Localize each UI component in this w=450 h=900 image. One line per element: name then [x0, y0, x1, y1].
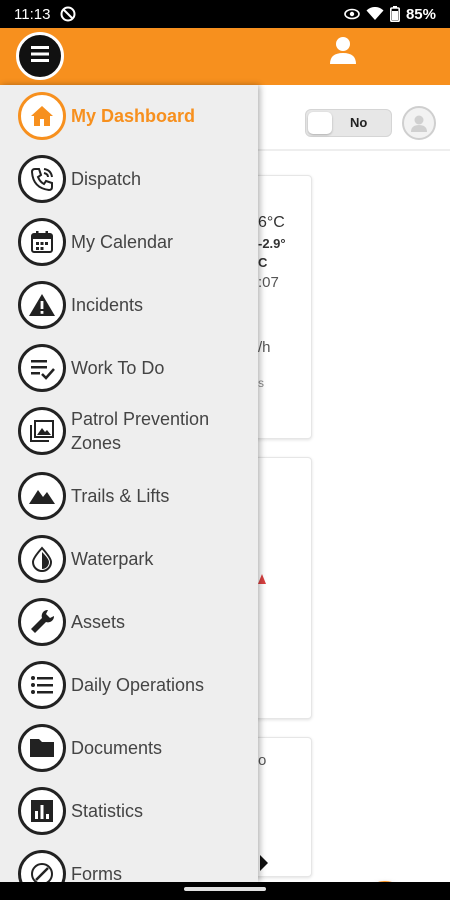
wifi-icon: [366, 7, 384, 21]
weather-temp: 6°C: [258, 214, 285, 231]
avatar[interactable]: [402, 106, 436, 140]
wrench-icon: [18, 598, 66, 646]
menu-item-label: Incidents: [71, 295, 144, 315]
weather-time: :07: [258, 274, 279, 291]
menu-item-patrol-prevention-zones[interactable]: Patrol Prevention Zones: [0, 401, 258, 461]
warning-icon: [18, 281, 66, 329]
weather-range: -2.9°: [258, 236, 286, 251]
menu-item-label: My Dashboard: [71, 106, 196, 126]
menu-item-documents[interactable]: Documents: [0, 718, 258, 778]
mountain-icon: [18, 472, 66, 520]
user-profile-button[interactable]: [325, 34, 361, 70]
menu-item-label: Statistics: [71, 801, 144, 821]
menu-item-assets[interactable]: Assets: [0, 592, 258, 652]
checklist-icon: [18, 344, 66, 392]
image-icon: [18, 407, 66, 455]
list-icon: [18, 661, 66, 709]
menu-item-forms[interactable]: Forms: [0, 844, 258, 882]
folder-icon: [18, 724, 66, 772]
menu-item-waterpark[interactable]: Waterpark: [0, 529, 258, 589]
calendar-icon: [18, 218, 66, 266]
forms-icon: [18, 850, 66, 882]
status-time: 11:13: [14, 5, 51, 23]
menu-item-daily-operations[interactable]: Daily Operations: [0, 655, 258, 715]
menu-item-my-dashboard[interactable]: My Dashboard: [0, 86, 258, 146]
toggle-knob: [308, 112, 332, 134]
battery-icon: [389, 6, 400, 22]
user-icon: [327, 34, 359, 71]
chevron-right-icon[interactable]: [259, 854, 269, 872]
eye-icon: [344, 8, 360, 20]
menu-item-incidents[interactable]: Incidents: [0, 275, 258, 335]
hamburger-icon: [29, 43, 51, 70]
navigation-drawer: My Dashboard Dispatch My Calendar Incide…: [0, 85, 258, 882]
weather-misc: s: [258, 376, 264, 390]
app-bar: [0, 28, 450, 85]
gesture-handle[interactable]: [184, 887, 266, 891]
home-icon: [18, 92, 66, 140]
phone-icon: [18, 155, 66, 203]
availability-toggle[interactable]: No: [305, 109, 392, 137]
menu-item-trails-lifts[interactable]: Trails & Lifts: [0, 466, 258, 526]
weather-unit: C: [258, 255, 268, 270]
menu-item-label: Waterpark: [71, 549, 154, 569]
water-drop-icon: [18, 535, 66, 583]
menu-item-label: My Calendar: [71, 232, 174, 252]
battery-level: 85%: [405, 5, 436, 23]
info-card-text: o: [258, 752, 267, 769]
menu-item-label: Documents: [71, 738, 163, 758]
weather-wind: /h: [258, 339, 271, 356]
menu-item-label: Forms: [71, 864, 122, 882]
menu-item-label: Daily Operations: [71, 675, 205, 695]
bar-chart-icon: [18, 787, 66, 835]
menu-item-dispatch[interactable]: Dispatch: [0, 149, 258, 209]
menu-item-my-calendar[interactable]: My Calendar: [0, 212, 258, 272]
do-not-disturb-icon: [60, 6, 76, 22]
toggle-label: No: [350, 115, 368, 130]
menu-item-label: Patrol Prevention Zones: [71, 409, 210, 453]
menu-item-label: Assets: [71, 612, 126, 632]
status-bar: 11:13 85%: [0, 0, 450, 28]
hamburger-button[interactable]: [16, 32, 64, 80]
menu-item-label: Trails & Lifts: [71, 486, 170, 506]
menu-item-statistics[interactable]: Statistics: [0, 781, 258, 841]
menu-item-work-to-do[interactable]: Work To Do: [0, 338, 258, 398]
menu-item-label: Dispatch: [71, 169, 142, 189]
navigation-bar: [0, 882, 450, 900]
menu-item-label: Work To Do: [71, 358, 165, 378]
